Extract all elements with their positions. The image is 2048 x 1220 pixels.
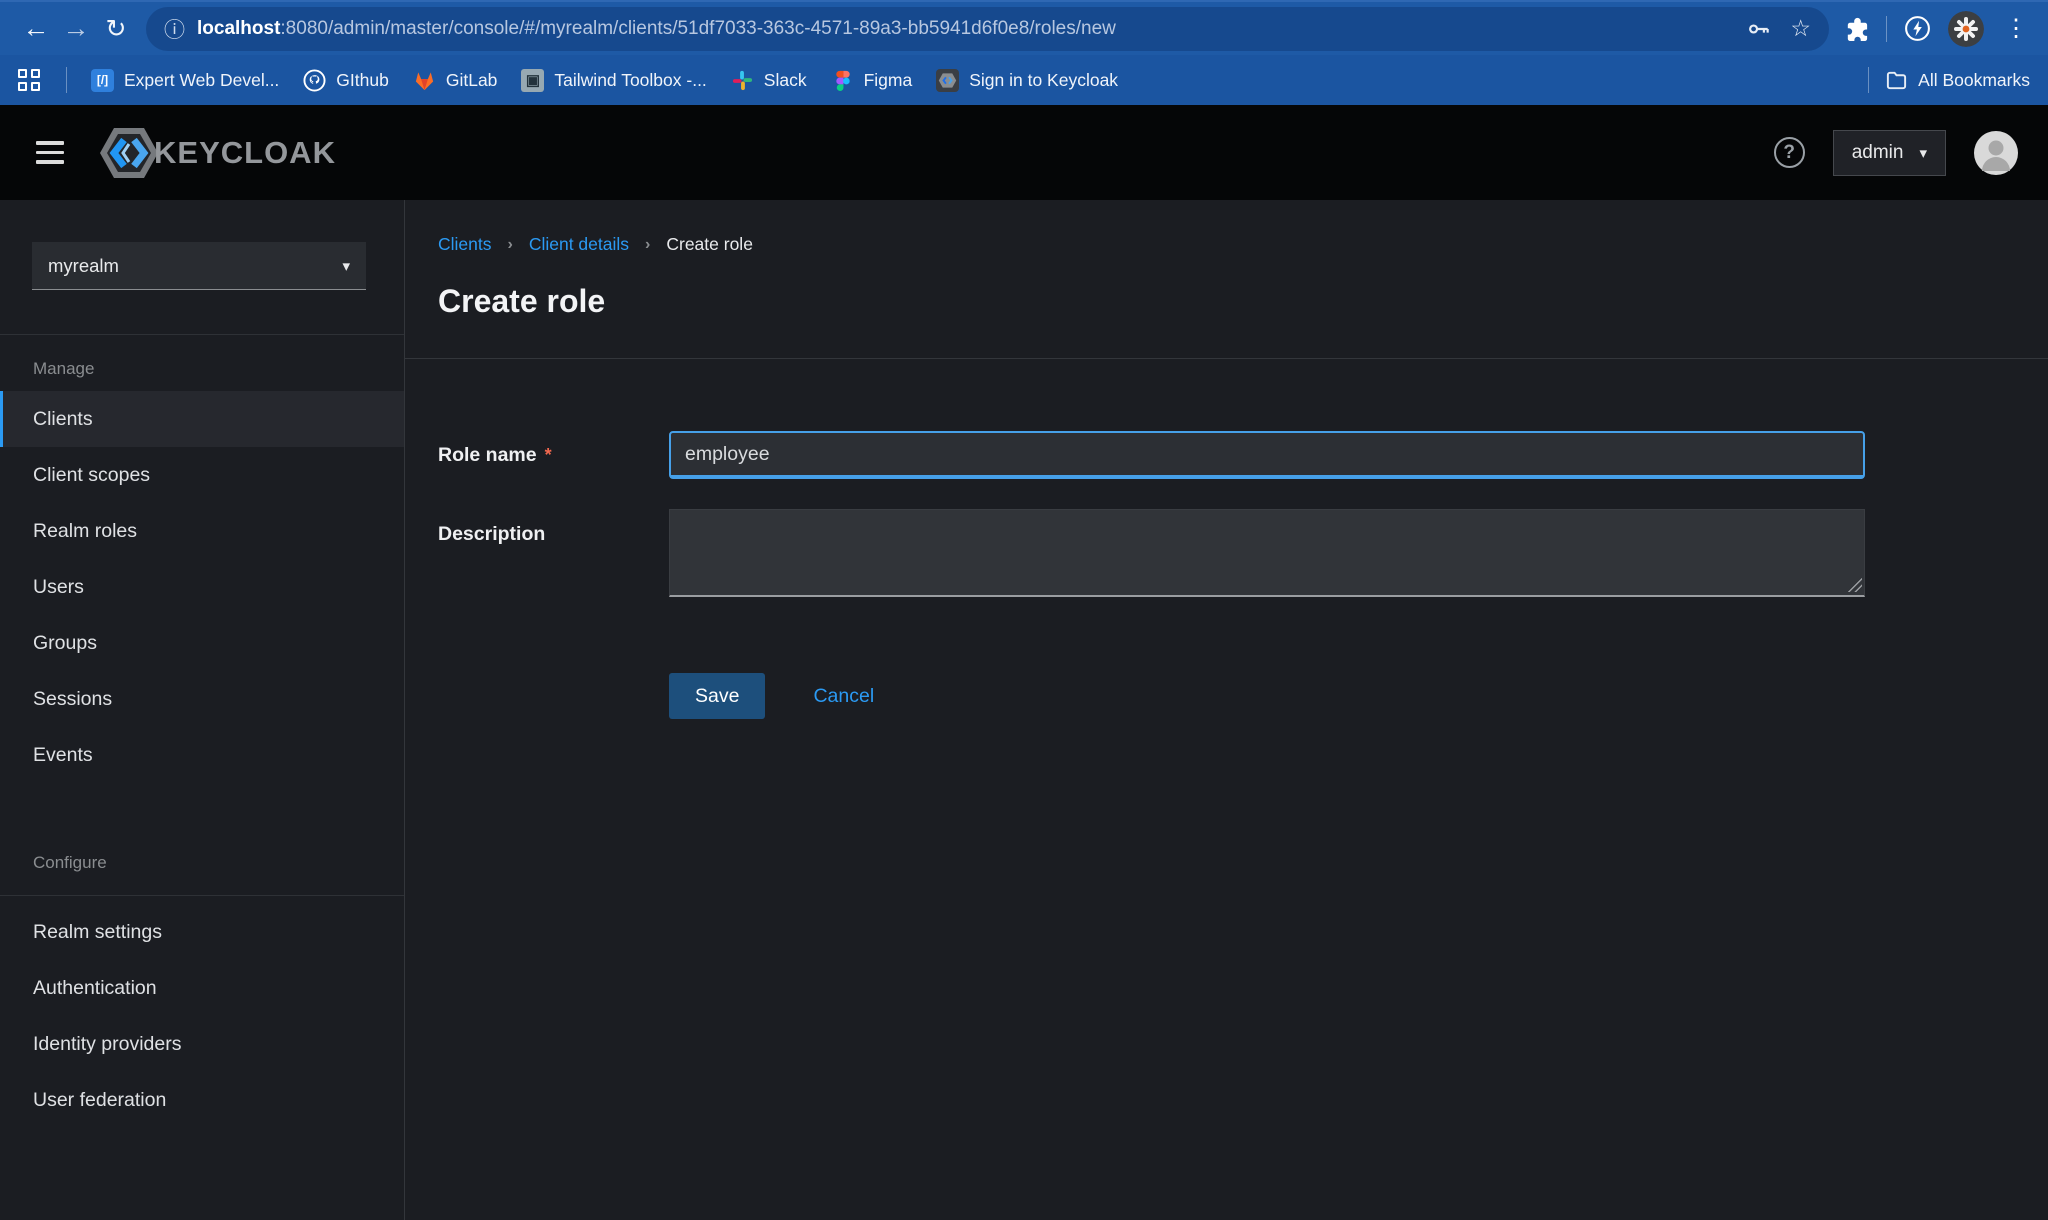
keycloak-logo-icon [96,124,162,182]
url-host: localhost [197,18,280,39]
help-icon[interactable]: ? [1774,137,1805,168]
realm-caret-icon: ▾ [342,257,350,275]
expert-web-favicon: [/] [91,69,114,92]
user-menu-caret-icon: ▾ [1919,144,1927,162]
apps-grid-icon[interactable] [18,69,40,91]
all-bookmarks-separator [1868,67,1869,93]
extension-lightning-icon[interactable] [1903,14,1932,43]
url-path: :8080/admin/master/console/#/myrealm/cli… [280,18,1115,39]
site-info-icon[interactable]: ⓘ [164,14,185,44]
page-header: Clients › Client details › Create role C… [405,200,2048,359]
role-name-label: Role name * [438,431,669,479]
reload-icon[interactable]: ↻ [96,9,136,49]
description-input[interactable] [669,509,1865,597]
nav-toggle-icon[interactable] [36,141,64,164]
realm-name: myrealm [48,255,119,277]
user-menu-dropdown[interactable]: admin ▾ [1833,130,1946,176]
folder-icon [1885,69,1908,92]
bookmark-github[interactable]: GIthub [303,69,389,92]
cancel-link[interactable]: Cancel [813,685,874,708]
user-avatar[interactable] [1974,131,2018,175]
breadcrumb-chevron-icon: › [508,236,513,254]
figma-favicon [831,69,854,92]
extensions-puzzle-icon[interactable] [1843,15,1870,42]
sidebar: myrealm ▾ Manage Clients Client scopes R… [0,200,405,1220]
bookmarks-bar: [/] Expert Web Devel... GIthub GitLab [0,55,2048,105]
username-label: admin [1852,142,1904,164]
browser-profile-avatar[interactable] [1948,11,1984,47]
github-favicon [303,69,326,92]
keycloak-logo[interactable]: KEYCLOAK [96,124,336,182]
create-role-form: Role name * Description [405,359,2048,719]
breadcrumb-chevron-icon: › [645,236,650,254]
url-text: localhost:8080/admin/master/console/#/my… [197,18,1732,40]
sidebar-item-realm-settings[interactable]: Realm settings [0,904,404,960]
gitlab-favicon [413,69,436,92]
sidebar-item-clients[interactable]: Clients [0,391,404,447]
bookmark-tailwind-toolbox[interactable]: ▣ Tailwind Toolbox -... [521,69,706,92]
bookmark-slack[interactable]: Slack [731,69,807,92]
sidebar-divider [0,334,404,335]
back-icon[interactable]: ← [16,9,56,49]
required-indicator: * [545,445,552,466]
tailwind-toolbox-favicon: ▣ [521,69,544,92]
sidebar-item-client-scopes[interactable]: Client scopes [0,447,404,503]
description-label: Description [438,509,669,597]
section-label-manage: Manage [33,359,404,379]
breadcrumb-current: Create role [666,234,753,255]
bookmark-figma[interactable]: Figma [831,69,913,92]
sidebar-divider-2 [0,895,404,896]
breadcrumb: Clients › Client details › Create role [438,234,1865,255]
sidebar-item-user-federation[interactable]: User federation [0,1072,404,1128]
breadcrumb-clients-link[interactable]: Clients [438,234,492,255]
sidebar-item-groups[interactable]: Groups [0,615,404,671]
page-title: Create role [438,283,1865,320]
resize-grip-icon[interactable] [1848,578,1862,592]
password-key-icon[interactable] [1746,16,1772,42]
slack-favicon [731,69,754,92]
sidebar-item-realm-roles[interactable]: Realm roles [0,503,404,559]
breadcrumb-client-details-link[interactable]: Client details [529,234,629,255]
screen: ← → ↻ ⓘ localhost:8080/admin/master/cons… [0,0,2048,1220]
forward-icon[interactable]: → [56,9,96,49]
sidebar-item-authentication[interactable]: Authentication [0,960,404,1016]
address-bar[interactable]: ⓘ localhost:8080/admin/master/console/#/… [146,7,1829,51]
main-content: Clients › Client details › Create role C… [405,200,2048,1220]
toolbar-separator [1886,16,1887,42]
brand-wordmark: KEYCLOAK [154,135,336,171]
bookmark-star-icon[interactable]: ☆ [1790,15,1811,42]
bookmark-expert-web[interactable]: [/] Expert Web Devel... [91,69,279,92]
save-button[interactable]: Save [669,673,765,719]
sidebar-item-sessions[interactable]: Sessions [0,671,404,727]
sidebar-item-users[interactable]: Users [0,559,404,615]
keycloak-favicon [936,69,959,92]
sidebar-item-events[interactable]: Events [0,727,404,783]
all-bookmarks-button[interactable]: All Bookmarks [1885,69,2030,92]
bookmark-keycloak[interactable]: Sign in to Keycloak [936,69,1118,92]
sidebar-item-identity-providers[interactable]: Identity providers [0,1016,404,1072]
bookmarks-separator [66,67,67,93]
bookmark-gitlab[interactable]: GitLab [413,69,498,92]
realm-selector[interactable]: myrealm ▾ [32,242,366,290]
browser-toolbar: ← → ↻ ⓘ localhost:8080/admin/master/cons… [0,0,2048,55]
keycloak-masthead: KEYCLOAK ? admin ▾ [0,105,2048,200]
section-label-configure: Configure [33,853,404,873]
role-name-input[interactable] [669,431,1865,479]
browser-menu-icon[interactable]: ⋮ [2000,14,2032,43]
